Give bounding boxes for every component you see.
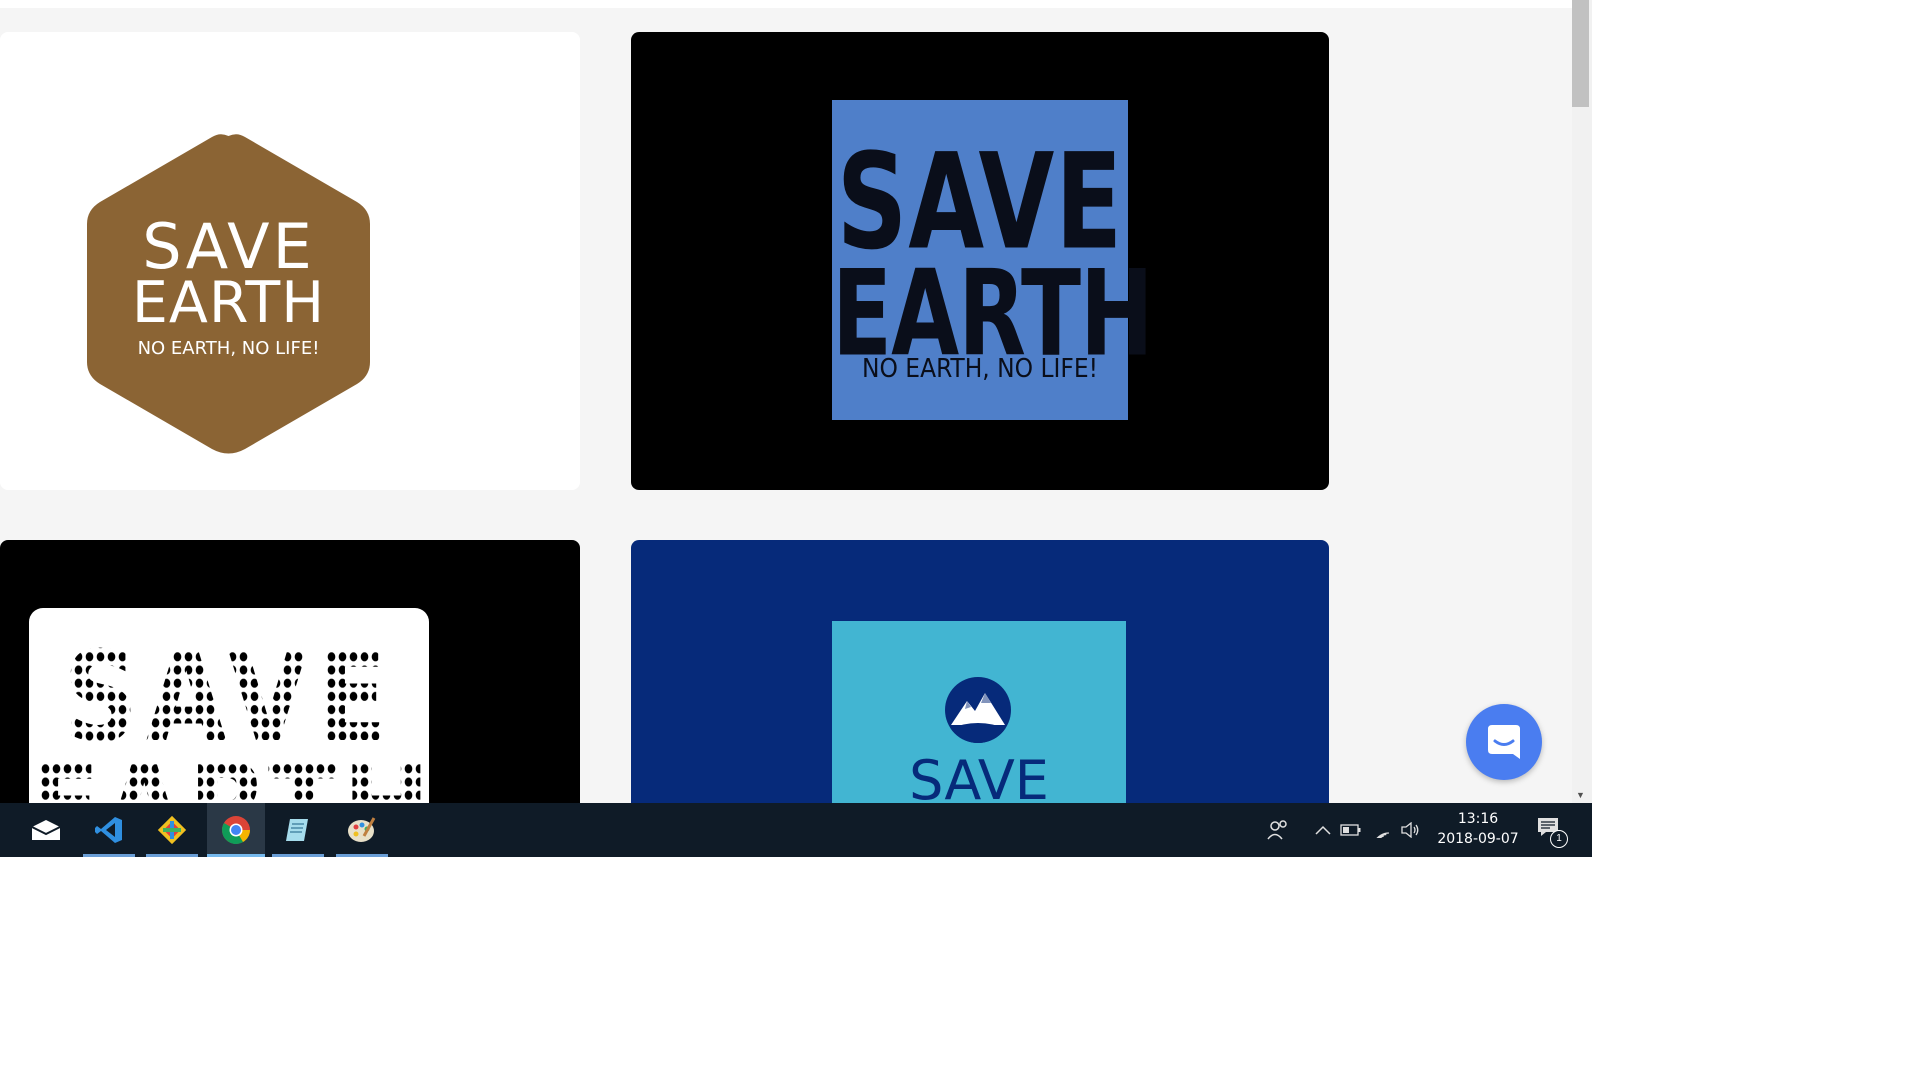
paint-icon — [348, 817, 376, 842]
notification-count-badge: 1 — [1550, 830, 1568, 848]
page-top-strip — [0, 0, 1572, 8]
blue-poster: SAVE EARTH NO EARTH, NO LIFE! — [832, 100, 1154, 420]
mountain-icon — [945, 677, 1011, 743]
clock-date: 2018-09-07 — [1437, 831, 1519, 847]
blue-poster-tagline: NO EARTH, NO LIFE! — [861, 354, 1099, 384]
design-card-hexagon[interactable]: SAVE EARTH NO EARTH, NO LIFE! — [0, 32, 580, 490]
battery-icon[interactable] — [1339, 817, 1363, 843]
taskbar-app-mail[interactable] — [20, 803, 72, 857]
browser-viewport: SAVE EARTH NO EARTH, NO LIFE! SAVE EARTH… — [0, 0, 1592, 857]
vscode-icon — [95, 817, 122, 843]
taskbar-app-notepad[interactable] — [272, 803, 324, 857]
hexagon-badge: SAVE EARTH NO EARTH, NO LIFE! — [87, 132, 370, 454]
hexagon-tagline: NO EARTH, NO LIFE! — [137, 338, 320, 359]
clock-time: 13:16 — [1457, 811, 1499, 827]
scrollbar-thumb[interactable] — [1572, 0, 1589, 107]
chevron-up-icon[interactable] — [1311, 817, 1335, 843]
system-clock[interactable]: 13:16 2018-09-07 — [1428, 809, 1528, 849]
people-icon[interactable] — [1266, 817, 1290, 843]
mail-icon — [31, 820, 61, 840]
git-tool-icon — [157, 815, 187, 845]
notepad-icon — [286, 819, 308, 841]
taskbar: 13:16 2018-09-07 1 — [0, 803, 1592, 857]
hexagon-headline-earth: EARTH — [131, 270, 326, 336]
taskbar-app-vscode[interactable] — [83, 803, 135, 857]
wifi-icon[interactable] — [1370, 817, 1394, 843]
volume-icon[interactable] — [1398, 817, 1422, 843]
chat-bubble-icon — [1488, 725, 1520, 759]
action-center-button[interactable]: 1 — [1536, 816, 1568, 848]
vertical-scrollbar[interactable]: ▼ — [1572, 0, 1592, 803]
taskbar-app-git[interactable] — [146, 803, 198, 857]
chat-button[interactable] — [1466, 704, 1542, 780]
taskbar-app-chrome[interactable] — [207, 803, 265, 857]
chrome-icon — [222, 816, 250, 844]
design-card-blue-poster[interactable]: SAVE EARTH NO EARTH, NO LIFE! — [631, 32, 1329, 490]
scroll-down-arrow-icon[interactable]: ▼ — [1572, 787, 1589, 803]
taskbar-app-paint[interactable] — [336, 803, 388, 857]
